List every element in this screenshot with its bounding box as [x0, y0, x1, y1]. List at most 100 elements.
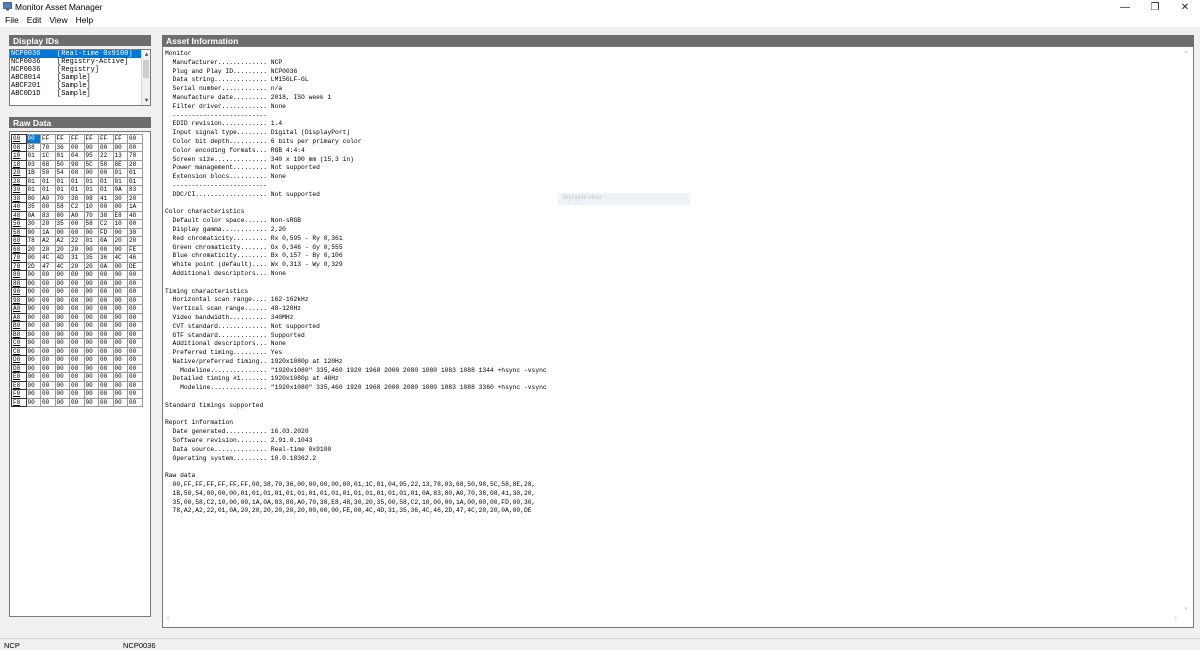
byte-cell[interactable]: 00	[25, 380, 41, 390]
byte-cell[interactable]: 8E	[112, 159, 128, 169]
byte-cell[interactable]: 10	[83, 202, 99, 212]
byte-cell[interactable]: 00	[40, 270, 56, 280]
byte-cell[interactable]: 1A	[127, 202, 143, 212]
byte-cell[interactable]: 00	[127, 134, 143, 144]
byte-cell[interactable]: 00	[25, 372, 41, 382]
byte-cell[interactable]: 00	[112, 278, 128, 288]
byte-cell[interactable]: 00	[40, 287, 56, 297]
byte-cell[interactable]: 20	[127, 236, 143, 246]
byte-cell[interactable]: 00	[127, 355, 143, 365]
byte-cell[interactable]: 00	[127, 389, 143, 399]
byte-cell[interactable]: 01	[112, 168, 128, 178]
byte-cell[interactable]: 00	[69, 363, 85, 373]
byte-cell[interactable]: 83	[127, 185, 143, 195]
byte-cell[interactable]: 00	[69, 304, 85, 314]
byte-cell[interactable]: 04	[69, 151, 85, 161]
byte-cell[interactable]: 00	[69, 329, 85, 339]
byte-cell[interactable]: 00	[69, 389, 85, 399]
scroll-down-icon[interactable]: ⌄	[1183, 603, 1189, 611]
byte-cell[interactable]: 41	[98, 193, 114, 203]
byte-cell[interactable]: 00	[112, 142, 128, 152]
byte-cell[interactable]: 00	[54, 312, 70, 322]
byte-cell[interactable]: FD	[98, 227, 114, 237]
byte-cell[interactable]: 22	[98, 151, 114, 161]
byte-cell[interactable]: 01	[54, 185, 70, 195]
byte-cell[interactable]: 00	[83, 363, 99, 373]
byte-cell[interactable]: 00	[83, 321, 99, 331]
byte-cell[interactable]: 00	[25, 389, 41, 399]
byte-cell[interactable]: 00	[25, 346, 41, 356]
byte-cell[interactable]: 01	[54, 151, 70, 161]
byte-cell[interactable]: 30	[112, 193, 128, 203]
byte-cell[interactable]: 00	[54, 338, 70, 348]
byte-cell[interactable]: 36	[98, 253, 114, 263]
asset-info-textbox[interactable]: Monitor Manufacturer............. NCP Pl…	[162, 46, 1194, 628]
byte-cell[interactable]: 00	[25, 312, 41, 322]
byte-cell[interactable]: A2	[54, 236, 70, 246]
byte-cell[interactable]: 00	[25, 355, 41, 365]
byte-cell[interactable]: 00	[25, 287, 41, 297]
byte-cell[interactable]: 00	[112, 261, 128, 271]
display-ids-list[interactable]: NCP0036 [Real-time 0x9100] NCP0036 [Registr…	[9, 49, 151, 106]
byte-cell[interactable]: 00	[112, 295, 128, 305]
byte-cell[interactable]: 00	[69, 338, 85, 348]
byte-cell[interactable]: 00	[69, 219, 85, 229]
byte-cell[interactable]: 00	[83, 304, 99, 314]
byte-cell[interactable]: 00	[98, 363, 114, 373]
byte-cell[interactable]: 00	[54, 278, 70, 288]
byte-cell[interactable]: 00	[25, 134, 41, 144]
byte-cell[interactable]: 00	[83, 338, 99, 348]
byte-cell[interactable]: 00	[112, 270, 128, 280]
byte-cell[interactable]: 00	[25, 278, 41, 288]
byte-cell[interactable]: 00	[40, 346, 56, 356]
byte-cell[interactable]: 00	[40, 397, 56, 407]
byte-cell[interactable]: 50	[54, 159, 70, 169]
byte-cell[interactable]: 80	[25, 193, 41, 203]
list-item[interactable]: ABC8014 [Sample]	[10, 74, 150, 82]
byte-cell[interactable]: 00	[54, 372, 70, 382]
byte-cell[interactable]: 2D	[25, 261, 41, 271]
byte-cell[interactable]: 95	[83, 151, 99, 161]
byte-cell[interactable]: 00	[69, 287, 85, 297]
byte-cell[interactable]: 00	[54, 380, 70, 390]
byte-cell[interactable]: 00	[112, 287, 128, 297]
byte-cell[interactable]: 00	[112, 380, 128, 390]
byte-cell[interactable]: FF	[54, 134, 70, 144]
byte-cell[interactable]: 00	[83, 287, 99, 297]
byte-cell[interactable]: 00	[69, 278, 85, 288]
byte-cell[interactable]: 00	[127, 380, 143, 390]
byte-cell[interactable]: 00	[98, 168, 114, 178]
byte-cell[interactable]: FF	[40, 134, 56, 144]
byte-cell[interactable]: 46	[127, 253, 143, 263]
byte-cell[interactable]: 00	[69, 355, 85, 365]
maximize-button[interactable]: ❐	[1140, 0, 1170, 14]
byte-cell[interactable]: 00	[98, 389, 114, 399]
byte-cell[interactable]: 00	[98, 304, 114, 314]
byte-cell[interactable]: 00	[83, 295, 99, 305]
byte-cell[interactable]: 1B	[25, 168, 41, 178]
byte-cell[interactable]: 00	[127, 287, 143, 297]
byte-cell[interactable]: 00	[40, 363, 56, 373]
byte-cell[interactable]: A0	[40, 193, 56, 203]
byte-cell[interactable]: 35	[83, 253, 99, 263]
byte-cell[interactable]: 70	[40, 142, 56, 152]
byte-cell[interactable]: 35	[25, 202, 41, 212]
byte-cell[interactable]: 54	[54, 168, 70, 178]
byte-cell[interactable]: 00	[127, 321, 143, 331]
byte-cell[interactable]: 00	[25, 253, 41, 263]
byte-cell[interactable]: 00	[69, 227, 85, 237]
byte-cell[interactable]: 01	[83, 236, 99, 246]
list-item[interactable]: NCP0036 [Registry]	[10, 66, 150, 74]
byte-cell[interactable]: 00	[69, 168, 85, 178]
byte-cell[interactable]: 01	[69, 185, 85, 195]
byte-cell[interactable]: 58	[83, 219, 99, 229]
byte-cell[interactable]: 00	[69, 312, 85, 322]
raw-data-grid[interactable]: 00 00 FF FF FF FF FF FF 00 08 38 70 36 00 00 00 00 00 10 01…	[9, 131, 151, 617]
byte-cell[interactable]: 00	[54, 270, 70, 280]
byte-cell[interactable]: 00	[83, 278, 99, 288]
byte-cell[interactable]: 00	[83, 270, 99, 280]
byte-cell[interactable]: 48	[127, 210, 143, 220]
byte-cell[interactable]: C2	[69, 202, 85, 212]
byte-cell[interactable]: 20	[112, 236, 128, 246]
byte-cell[interactable]: 00	[54, 287, 70, 297]
